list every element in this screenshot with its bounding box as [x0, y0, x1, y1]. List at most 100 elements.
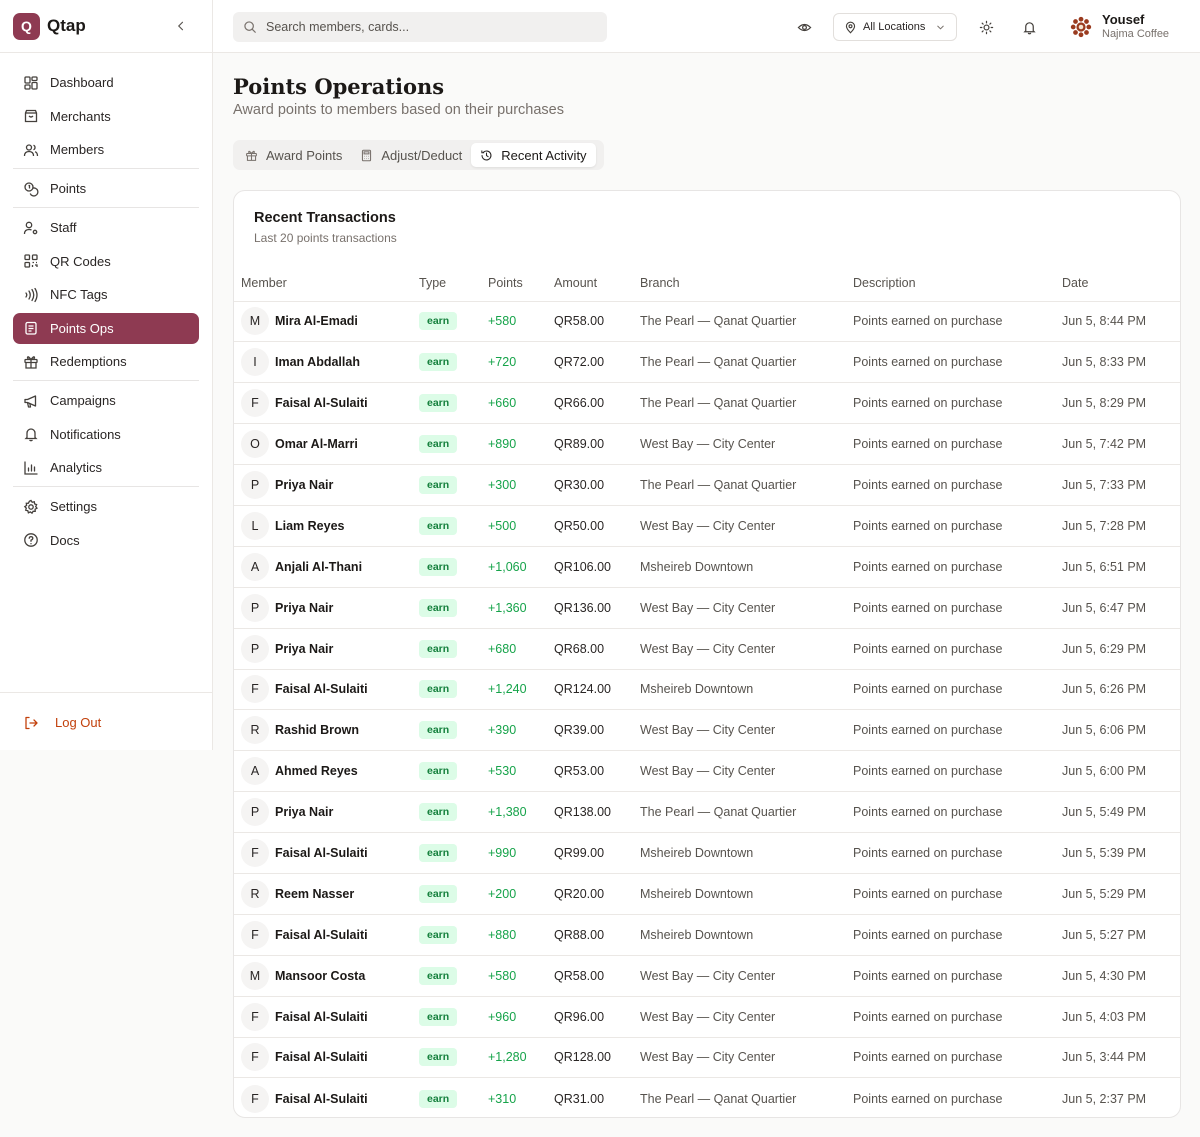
- theme-toggle-button[interactable]: [975, 16, 997, 38]
- table-row[interactable]: P Priya Nair earn +1,380 QR138.00 The Pearl —…: [234, 791, 1180, 833]
- brand-name[interactable]: Qtap: [47, 16, 86, 36]
- sidebar-item-points[interactable]: Points: [13, 173, 199, 204]
- table-row[interactable]: A Anjali Al-Thani earn +1,060 QR106.00 Msheir…: [234, 546, 1180, 587]
- sidebar-item-points-ops[interactable]: Points Ops: [13, 312, 199, 344]
- amount-cell: QR68.00: [554, 641, 605, 656]
- member-name[interactable]: Anjali Al-Thani: [275, 560, 362, 574]
- member-name[interactable]: Reem Nasser: [275, 887, 354, 901]
- type-badge: earn: [419, 966, 458, 985]
- member-name[interactable]: Liam Reyes: [275, 519, 344, 533]
- sidebar-item-nfc-tags[interactable]: NFC Tags: [13, 279, 199, 310]
- sidebar-item-dashboard[interactable]: Dashboard: [13, 67, 199, 98]
- date-cell: Jun 5, 7:28 PM: [1062, 518, 1147, 533]
- table-row[interactable]: F Faisal Al-Sulaiti earn +660 QR66.00 The Pea…: [234, 382, 1180, 424]
- table-row[interactable]: A Ahmed Reyes earn +530 QR53.00 West Bay — Ci…: [234, 750, 1180, 792]
- table-row[interactable]: F Faisal Al-Sulaiti earn +880 QR88.00 Msheire…: [234, 914, 1180, 955]
- member-cell: I Iman Abdallah: [234, 342, 419, 383]
- tab-recent-activity[interactable]: Recent Activity: [471, 143, 596, 167]
- table-row[interactable]: F Faisal Al-Sulaiti earn +310 QR31.00 The Pea…: [234, 1077, 1180, 1117]
- recent-transactions-card: Recent Transactions Last 20 points trans…: [233, 190, 1181, 1118]
- user-organization: Najma Coffee: [1102, 28, 1170, 40]
- branch-cell: Msheireb Downtown: [640, 846, 754, 861]
- description-cell: Points earned on purchase: [853, 846, 1003, 861]
- column-header-points[interactable]: Points: [488, 265, 554, 301]
- member-name[interactable]: Priya Nair: [275, 642, 333, 656]
- table-row[interactable]: R Reem Nasser earn +200 QR20.00 Msheireb Down…: [234, 873, 1180, 914]
- member-name[interactable]: Faisal Al-Sulaiti: [275, 928, 368, 942]
- member-name[interactable]: Faisal Al-Sulaiti: [275, 682, 368, 696]
- sidebar-item-members[interactable]: Members: [13, 134, 199, 165]
- member-name[interactable]: Iman Abdallah: [275, 355, 360, 369]
- sidebar-item-staff[interactable]: Staff: [13, 212, 199, 243]
- map-pin-icon: [845, 21, 856, 34]
- column-header-member[interactable]: Member: [234, 265, 419, 301]
- sidebar-item-notifications[interactable]: Notifications: [13, 419, 199, 450]
- table-row[interactable]: F Faisal Al-Sulaiti earn +990 QR99.00 Msheire…: [234, 832, 1180, 874]
- table-row[interactable]: F Faisal Al-Sulaiti earn +1,280 QR128.00 West…: [234, 1037, 1180, 1078]
- logout-label: Log Out: [55, 715, 102, 730]
- table-row[interactable]: F Faisal Al-Sulaiti earn +960 QR96.00 West Ba…: [234, 996, 1180, 1037]
- visibility-toggle-button[interactable]: [793, 16, 815, 38]
- location-select[interactable]: All Locations: [833, 13, 957, 41]
- member-name[interactable]: Faisal Al-Sulaiti: [275, 1092, 368, 1106]
- table-row[interactable]: R Rashid Brown earn +390 QR39.00 West Bay — C…: [234, 709, 1180, 751]
- type-badge: earn: [419, 680, 458, 699]
- column-header-branch[interactable]: Branch: [640, 265, 853, 301]
- sidebar-item-campaigns[interactable]: Campaigns: [13, 385, 199, 416]
- table-row[interactable]: P Priya Nair earn +300 QR30.00 The Pearl — Qa…: [234, 464, 1180, 506]
- member-name[interactable]: Priya Nair: [275, 805, 333, 819]
- column-header-amount[interactable]: Amount: [554, 265, 640, 301]
- member-avatar: F: [241, 1002, 269, 1031]
- member-name[interactable]: Ahmed Reyes: [275, 764, 358, 778]
- sidebar-item-settings[interactable]: Settings: [13, 491, 199, 522]
- type-cell: earn: [419, 342, 488, 383]
- tab-award-points[interactable]: Award Points: [236, 143, 351, 167]
- member-name[interactable]: Mansoor Costa: [275, 969, 365, 983]
- member-name[interactable]: Faisal Al-Sulaiti: [275, 1010, 368, 1024]
- table-row[interactable]: F Faisal Al-Sulaiti earn +1,240 QR124.00 Mshe…: [234, 669, 1180, 710]
- sidebar-item-redemptions[interactable]: Redemptions: [13, 346, 199, 377]
- member-name[interactable]: Faisal Al-Sulaiti: [275, 1050, 368, 1064]
- table-row[interactable]: P Priya Nair earn +680 QR68.00 West Bay — Cit…: [234, 628, 1180, 669]
- member-name[interactable]: Rashid Brown: [275, 723, 359, 737]
- history-icon: [481, 149, 492, 160]
- member-info: F Faisal Al-Sulaiti: [241, 389, 419, 418]
- logout-button[interactable]: Log Out: [13, 707, 199, 738]
- sidebar-item-analytics[interactable]: Analytics: [13, 452, 199, 483]
- collapse-sidebar-button[interactable]: [173, 18, 189, 34]
- table-row[interactable]: M Mansoor Costa earn +580 QR58.00 West Bay — …: [234, 955, 1180, 996]
- sidebar-item-docs[interactable]: Docs: [13, 525, 199, 556]
- member-name[interactable]: Faisal Al-Sulaiti: [275, 396, 368, 410]
- member-name[interactable]: Faisal Al-Sulaiti: [275, 846, 368, 860]
- qr-code-icon: [24, 254, 38, 268]
- column-header-description[interactable]: Description: [853, 265, 1062, 301]
- member-cell: R Rashid Brown: [234, 710, 419, 751]
- member-info: F Faisal Al-Sulaiti: [241, 1084, 419, 1113]
- member-name[interactable]: Priya Nair: [275, 478, 333, 492]
- column-header-type[interactable]: Type: [419, 265, 488, 301]
- member-name[interactable]: Omar Al-Marri: [275, 437, 358, 451]
- search-bar[interactable]: [233, 12, 607, 42]
- notifications-button[interactable]: [1018, 16, 1040, 38]
- table-row[interactable]: P Priya Nair earn +1,360 QR136.00 West Bay — …: [234, 587, 1180, 628]
- column-header-date[interactable]: Date: [1062, 265, 1180, 301]
- date-cell: Jun 5, 6:00 PM: [1062, 764, 1147, 779]
- sidebar-item-merchants[interactable]: Merchants: [13, 101, 199, 132]
- brand-logo[interactable]: Q: [13, 12, 40, 40]
- table-row[interactable]: I Iman Abdallah earn +720 QR72.00 The Pearl —…: [234, 341, 1180, 383]
- description-cell: Points earned on purchase: [853, 355, 1003, 370]
- member-avatar: F: [241, 920, 269, 949]
- table-row[interactable]: O Omar Al-Marri earn +890 QR89.00 West Bay — …: [234, 423, 1180, 465]
- table-row[interactable]: M Mira Al-Emadi earn +580 QR58.00 The Pearl —…: [234, 301, 1180, 342]
- sidebar-item-label: Points Ops: [50, 320, 114, 336]
- search-input[interactable]: [266, 20, 566, 34]
- member-avatar: P: [241, 798, 269, 827]
- member-name[interactable]: Mira Al-Emadi: [275, 314, 358, 328]
- user-menu[interactable]: Yousef Najma Coffee: [1069, 12, 1169, 41]
- table-row[interactable]: L Liam Reyes earn +500 QR50.00 West Bay — Cit…: [234, 505, 1180, 546]
- member-name[interactable]: Priya Nair: [275, 601, 333, 615]
- tab-adjust-deduct[interactable]: Adjust/Deduct: [351, 143, 471, 167]
- description-cell: Points earned on purchase: [853, 886, 1003, 901]
- description-cell: Points earned on purchase: [853, 600, 1003, 615]
- sidebar-item-qr-codes[interactable]: QR Codes: [13, 246, 199, 277]
